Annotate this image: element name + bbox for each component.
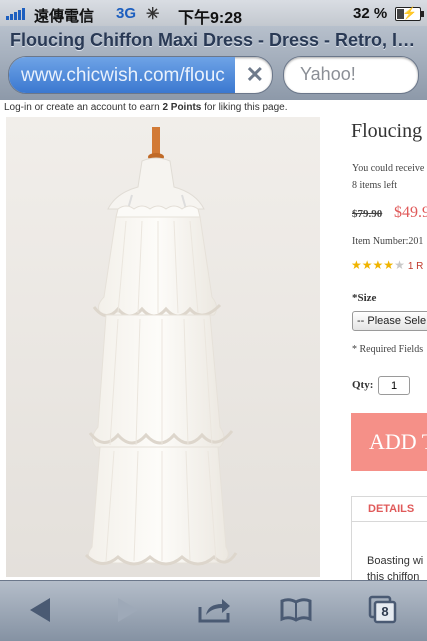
clock: 下午9:28 bbox=[178, 10, 243, 27]
details-description: Boasting wi this chiffon bbox=[367, 555, 424, 580]
address-bar[interactable]: www.chicwish.com/flouc ✕ bbox=[8, 56, 273, 94]
points-note: You could receive bbox=[352, 163, 425, 174]
battery-percentage: 32 % bbox=[353, 5, 388, 22]
search-input[interactable] bbox=[298, 63, 412, 86]
share-icon bbox=[198, 599, 230, 623]
review-count[interactable]: 1 R bbox=[408, 261, 424, 272]
search-field[interactable] bbox=[283, 56, 419, 94]
product-photo[interactable] bbox=[6, 117, 320, 577]
details-panel: DETAILS Boasting wi this chiffon bbox=[351, 496, 427, 580]
size-select[interactable]: -- Please Sele bbox=[352, 311, 427, 331]
sale-price: $49.9 bbox=[394, 204, 427, 221]
battery-icon: ⚡ bbox=[395, 6, 424, 21]
stop-loading-icon[interactable]: ✕ bbox=[246, 62, 264, 88]
stock-count: 8 items left bbox=[352, 180, 397, 191]
bookmarks-button[interactable] bbox=[266, 581, 326, 641]
signal-strength-icon bbox=[6, 8, 28, 20]
size-label: *Size bbox=[352, 292, 377, 304]
forward-button[interactable] bbox=[96, 581, 156, 641]
product-name: Floucing bbox=[351, 120, 423, 142]
tabs-button[interactable]: 8 bbox=[352, 581, 412, 641]
page-title: Floucing Chiffon Maxi Dress - Dress - Re… bbox=[10, 30, 420, 50]
share-button[interactable] bbox=[184, 581, 244, 641]
quantity-input[interactable] bbox=[378, 376, 410, 395]
star-icon: ★ bbox=[351, 258, 362, 272]
star-rating[interactable]: ★★★★★ 1 R bbox=[351, 258, 423, 272]
login-points-note: Log-in or create an account to earn 2 Po… bbox=[4, 102, 288, 113]
original-price: $79.90 bbox=[352, 208, 383, 220]
star-icon: ★ bbox=[372, 258, 384, 272]
browser-toolbar: 8 bbox=[0, 580, 427, 641]
forward-arrow-icon bbox=[118, 598, 138, 622]
status-bar: 遠傳電信 3G ✳ 下午9:28 32 % ⚡ bbox=[0, 0, 427, 27]
star-icon: ★ bbox=[383, 258, 395, 272]
tab-details[interactable]: DETAILS bbox=[368, 503, 414, 515]
carrier-name: 遠傳電信 bbox=[34, 8, 95, 25]
star-icon: ★ bbox=[361, 258, 373, 272]
dress-on-mannequin-image bbox=[6, 117, 320, 577]
details-divider bbox=[352, 521, 427, 522]
url-text[interactable]: www.chicwish.com/flouc bbox=[21, 65, 236, 87]
add-to-cart-button[interactable]: ADD T bbox=[351, 413, 427, 471]
activity-spinner-icon: ✳ bbox=[146, 6, 160, 23]
tab-count: 8 bbox=[381, 604, 389, 619]
back-arrow-icon bbox=[30, 598, 50, 622]
quantity-label: Qty: bbox=[352, 379, 374, 391]
bookmarks-book-icon bbox=[280, 598, 312, 622]
back-button[interactable] bbox=[12, 581, 72, 641]
browser-top-bar: Floucing Chiffon Maxi Dress - Dress - Re… bbox=[0, 26, 427, 101]
star-icon: ★ bbox=[394, 258, 405, 272]
item-number: Item Number:201 bbox=[352, 236, 424, 247]
web-content: Log-in or create an account to earn 2 Po… bbox=[0, 100, 427, 580]
network-type: 3G bbox=[116, 5, 137, 22]
required-fields-note: * Required Fields bbox=[352, 344, 424, 355]
